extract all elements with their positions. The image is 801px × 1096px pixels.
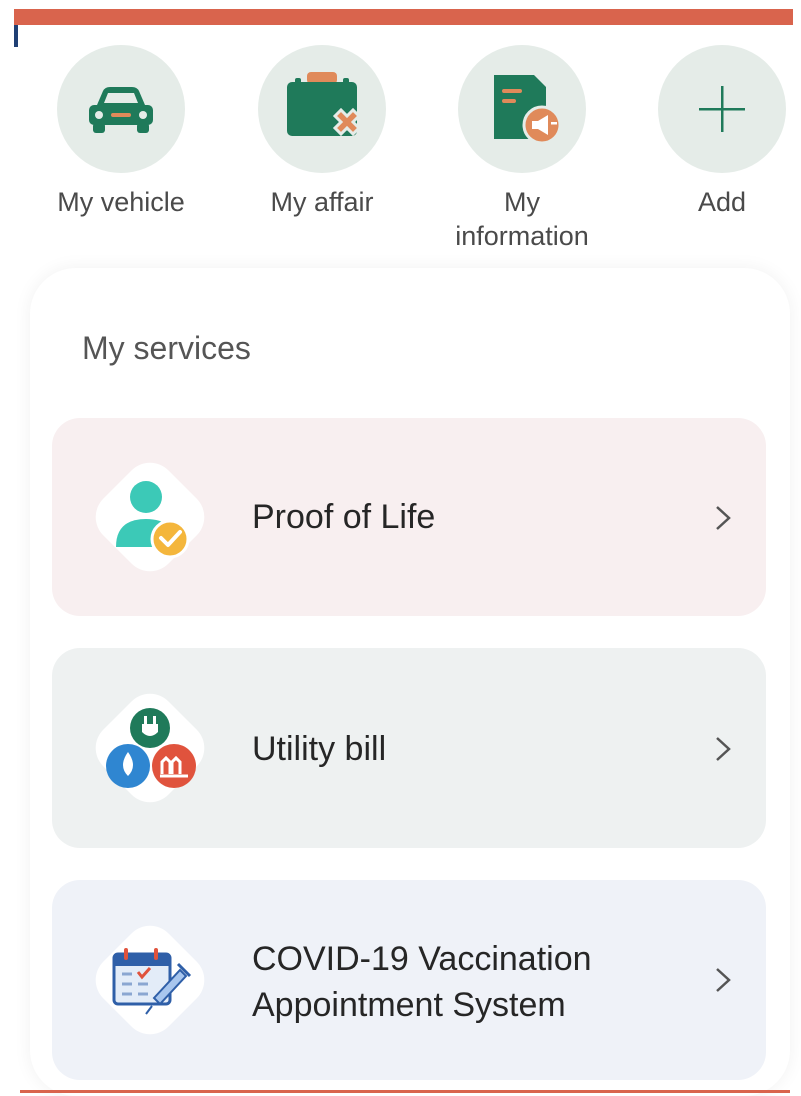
covid-vaccination-label: COVID-19 Vaccination Appointment System	[252, 940, 592, 1024]
person-check-icon	[116, 481, 190, 559]
service-utility-bill[interactable]: Utility bill	[52, 648, 766, 848]
utility-bill-label: Utility bill	[252, 730, 387, 768]
proof-of-life-badge	[84, 451, 216, 583]
service-covid-vaccination[interactable]: COVID-19 Vaccination Appointment System	[52, 880, 766, 1080]
plus-icon	[699, 86, 745, 132]
service-proof-of-life[interactable]: Proof of Life	[52, 418, 766, 616]
add-icon-circle[interactable]	[658, 45, 786, 173]
chevron-right-icon	[716, 506, 731, 530]
covid-vaccination-badge	[84, 914, 216, 1046]
utility-icon	[106, 708, 196, 788]
chevron-right-icon	[716, 968, 731, 992]
add-label: Add	[697, 187, 747, 217]
my-affair-label: My affair	[270, 187, 374, 217]
shortcut-row: My vehicle My affair My information Add	[0, 40, 801, 260]
proof-of-life-label: Proof of Life	[252, 498, 436, 536]
my-affair-icon-circle[interactable]	[258, 45, 386, 173]
my-vehicle-icon-circle[interactable]	[57, 45, 185, 173]
my-information-icon-circle[interactable]	[458, 45, 586, 173]
my-information-label: My information	[455, 187, 589, 251]
chevron-right-icon	[716, 737, 731, 761]
car-icon	[89, 87, 153, 133]
briefcase-icon	[287, 72, 362, 137]
calendar-vaccine-icon	[112, 948, 192, 1015]
my-services-title: My services	[82, 330, 251, 366]
top-accent-bar	[14, 9, 793, 25]
my-vehicle-label: My vehicle	[57, 187, 185, 217]
notice-document-icon	[494, 75, 562, 145]
utility-bill-badge	[84, 682, 216, 814]
bottom-accent-line	[20, 1090, 790, 1093]
